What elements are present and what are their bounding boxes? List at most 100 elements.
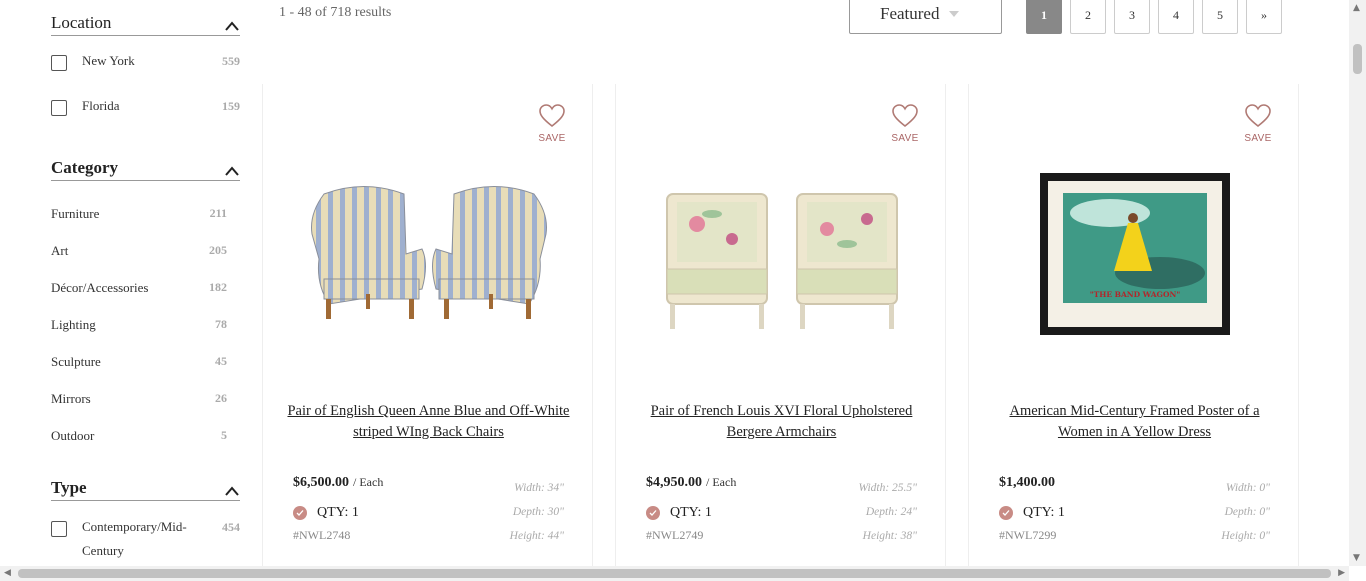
category-label: Furniture bbox=[51, 206, 100, 221]
scroll-down-icon[interactable]: ▼ bbox=[1353, 553, 1360, 563]
filter-count: 559 bbox=[222, 54, 240, 68]
product-image[interactable] bbox=[651, 159, 912, 349]
category-label: Lighting bbox=[51, 317, 96, 332]
product-sku: #NWL7299 bbox=[999, 528, 1057, 542]
dimension-width: Width: 25.5" bbox=[858, 482, 918, 494]
framed-poster-image: "THE BAND WAGON" bbox=[1039, 173, 1230, 335]
horizontal-scroll-thumb[interactable] bbox=[18, 569, 1331, 578]
product-title-link[interactable]: American Mid-Century Framed Poster of a … bbox=[989, 401, 1280, 443]
chevron-up-icon[interactable] bbox=[225, 486, 239, 496]
category-item-decor[interactable]: Décor/Accessories 182 bbox=[51, 280, 227, 296]
filter-count: 78 bbox=[215, 317, 227, 331]
category-item-art[interactable]: Art 205 bbox=[51, 243, 227, 259]
checkbox[interactable] bbox=[51, 521, 67, 537]
product-title-link[interactable]: Pair of English Queen Anne Blue and Off-… bbox=[283, 401, 574, 443]
price-unit: / Each bbox=[706, 475, 737, 489]
product-price: $6,500.00 / Each bbox=[293, 475, 383, 491]
category-item-sculpture[interactable]: Sculpture 45 bbox=[51, 354, 227, 370]
filter-count: 26 bbox=[215, 391, 227, 405]
page-button-4[interactable]: 4 bbox=[1158, 0, 1194, 34]
page-button-2[interactable]: 2 bbox=[1070, 0, 1106, 34]
checkbox[interactable] bbox=[51, 55, 67, 71]
save-button[interactable]: SAVE bbox=[1243, 104, 1273, 144]
save-button[interactable]: SAVE bbox=[890, 104, 920, 144]
scroll-right-icon[interactable]: ▶ bbox=[1338, 568, 1345, 578]
product-title-link[interactable]: Pair of French Louis XVI Floral Upholste… bbox=[636, 401, 927, 443]
category-label: Art bbox=[51, 243, 69, 258]
category-label: Outdoor bbox=[51, 428, 95, 443]
save-label: SAVE bbox=[891, 133, 919, 144]
category-label: Décor/Accessories bbox=[51, 280, 149, 295]
facet-header-category[interactable]: Category bbox=[51, 157, 240, 181]
sort-value: Featured bbox=[880, 4, 940, 23]
product-sku: #NWL2749 bbox=[646, 528, 704, 542]
product-card: SAVE Pair of English Queen Anne Blue and bbox=[262, 84, 593, 574]
page-button-5[interactable]: 5 bbox=[1202, 0, 1238, 34]
category-item-furniture[interactable]: Furniture 211 bbox=[51, 206, 227, 222]
qty-label: QTY: 1 bbox=[1023, 505, 1065, 520]
vertical-scrollbar[interactable]: ▲ ▼ bbox=[1349, 0, 1366, 566]
facet-title: Location bbox=[51, 13, 112, 32]
qty-label: QTY: 1 bbox=[670, 505, 712, 520]
filter-option-new-york[interactable]: New York 559 bbox=[51, 53, 240, 73]
dimension-height: Height: 44" bbox=[509, 530, 564, 542]
filter-option-label: New York bbox=[82, 53, 135, 68]
wingback-chairs-image bbox=[310, 186, 547, 319]
filter-option-contemporary[interactable]: Contemporary/Mid-Century 454 bbox=[51, 519, 240, 563]
filter-count: 5 bbox=[221, 428, 227, 442]
chevron-up-icon[interactable] bbox=[225, 21, 239, 31]
scroll-up-icon[interactable]: ▲ bbox=[1353, 3, 1360, 13]
horizontal-scrollbar[interactable]: ◀ ▶ bbox=[0, 566, 1349, 581]
filter-option-label: Florida bbox=[82, 98, 120, 113]
bergere-armchairs-image bbox=[665, 193, 898, 329]
product-qty: QTY: 1 bbox=[293, 505, 359, 521]
sort-dropdown[interactable]: Featured bbox=[849, 0, 1002, 34]
dimension-depth: Depth: 0" bbox=[1224, 506, 1270, 518]
facet-title: Category bbox=[51, 158, 119, 177]
category-label: Sculpture bbox=[51, 354, 101, 369]
checkbox[interactable] bbox=[51, 100, 67, 116]
product-price: $1,400.00 bbox=[999, 475, 1059, 491]
dimension-width: Width: 0" bbox=[1225, 482, 1270, 494]
page-button-1[interactable]: 1 bbox=[1026, 0, 1062, 34]
product-qty: QTY: 1 bbox=[646, 505, 712, 521]
dimension-width: Width: 34" bbox=[514, 482, 564, 494]
check-icon bbox=[646, 506, 660, 520]
heart-icon bbox=[1245, 104, 1271, 128]
product-image[interactable]: "THE BAND WAGON" bbox=[1004, 159, 1265, 349]
filter-count: 159 bbox=[222, 99, 240, 113]
heart-icon bbox=[539, 104, 565, 128]
chevron-down-icon bbox=[949, 11, 960, 17]
page-button-3[interactable]: 3 bbox=[1114, 0, 1150, 34]
product-price: $4,950.00 / Each bbox=[646, 475, 736, 491]
product-dimensions: Width: 0" Depth: 0" Height: 0" bbox=[1221, 476, 1270, 548]
chevron-up-icon[interactable] bbox=[225, 166, 239, 176]
filter-count: 45 bbox=[215, 354, 227, 368]
product-image[interactable] bbox=[298, 159, 559, 349]
facet-title: Type bbox=[51, 478, 87, 497]
facet-header-location[interactable]: Location bbox=[51, 12, 240, 36]
category-item-outdoor[interactable]: Outdoor 5 bbox=[51, 428, 227, 444]
scroll-left-icon[interactable]: ◀ bbox=[4, 568, 11, 578]
heart-icon bbox=[892, 104, 918, 128]
filter-option-florida[interactable]: Florida 159 bbox=[51, 98, 240, 118]
product-dimensions: Width: 34" Depth: 30" Height: 44" bbox=[510, 476, 564, 548]
product-sku: #NWL2748 bbox=[293, 528, 351, 542]
price-unit: / Each bbox=[353, 475, 384, 489]
check-icon bbox=[999, 506, 1013, 520]
category-item-mirrors[interactable]: Mirrors 26 bbox=[51, 391, 227, 407]
qty-label: QTY: 1 bbox=[317, 505, 359, 520]
vertical-scroll-thumb[interactable] bbox=[1353, 44, 1362, 74]
dimension-depth: Depth: 24" bbox=[865, 506, 917, 518]
save-label: SAVE bbox=[538, 133, 566, 144]
category-item-lighting[interactable]: Lighting 78 bbox=[51, 317, 227, 333]
check-icon bbox=[293, 506, 307, 520]
save-button[interactable]: SAVE bbox=[537, 104, 567, 144]
next-page-button[interactable]: » bbox=[1246, 0, 1282, 34]
price-value: $4,950.00 bbox=[646, 475, 702, 490]
dimension-height: Height: 38" bbox=[862, 530, 917, 542]
product-qty: QTY: 1 bbox=[999, 505, 1065, 521]
category-label: Mirrors bbox=[51, 391, 91, 406]
filter-option-label: Contemporary/Mid-Century bbox=[82, 519, 187, 558]
facet-header-type[interactable]: Type bbox=[51, 477, 240, 501]
